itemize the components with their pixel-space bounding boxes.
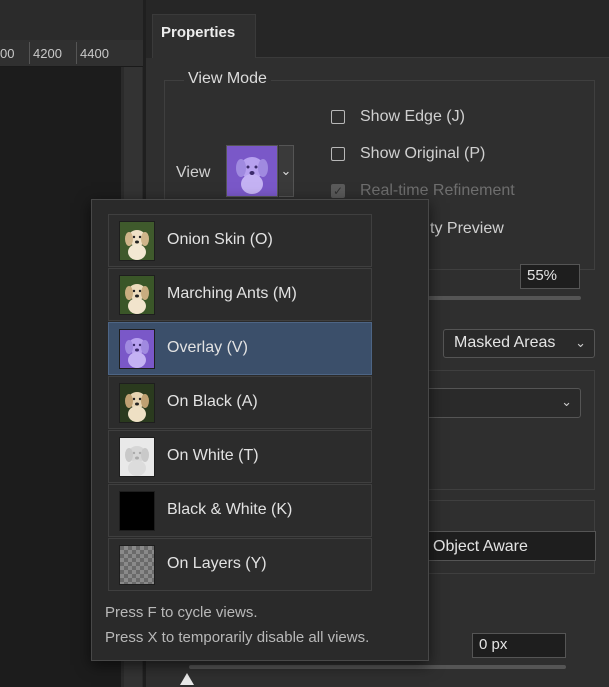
show-edge-label: Show Edge (J) bbox=[360, 108, 465, 125]
opacity-slider-track[interactable] bbox=[426, 296, 581, 300]
ruler-tick: 4200 bbox=[33, 46, 62, 61]
show-edge-checkbox[interactable] bbox=[331, 110, 345, 124]
dog-thumbnail-icon bbox=[119, 221, 155, 261]
view-label: View bbox=[176, 164, 211, 181]
disable-views-hint: Press X to temporarily disable all views… bbox=[105, 629, 370, 646]
tab-properties[interactable]: Properties bbox=[152, 14, 256, 58]
checkerboard-thumbnail-icon bbox=[119, 545, 155, 585]
view-option-on-black[interactable]: On Black (A) bbox=[108, 376, 372, 429]
realtime-refinement-checkbox[interactable]: ✓ bbox=[331, 184, 345, 198]
view-option-label: On White (T) bbox=[167, 447, 259, 464]
view-option-label: Onion Skin (O) bbox=[167, 231, 273, 248]
realtime-refinement-label: Real-time Refinement bbox=[360, 182, 515, 199]
mode-field[interactable]: Object Aware bbox=[426, 531, 596, 561]
dog-thumbnail-icon bbox=[119, 383, 155, 423]
ruler-tick: 00 bbox=[0, 46, 15, 61]
view-dropdown-chevron-icon[interactable]: ⌄ bbox=[279, 145, 294, 197]
dog-thumbnail-icon bbox=[119, 437, 155, 477]
chevron-down-icon: ⌄ bbox=[561, 394, 572, 409]
view-option-overlay[interactable]: Overlay (V) bbox=[108, 322, 372, 375]
dog-thumbnail-icon bbox=[119, 275, 155, 315]
view-option-label: Black & White (K) bbox=[167, 501, 293, 518]
chevron-down-icon: ⌄ bbox=[575, 335, 586, 350]
radius-slider-track[interactable] bbox=[189, 665, 566, 669]
view-option-black-white[interactable]: Black & White (K) bbox=[108, 484, 372, 537]
show-original-label: Show Original (P) bbox=[360, 145, 486, 162]
radius-field[interactable]: 0 px bbox=[472, 633, 566, 658]
view-option-label: On Layers (Y) bbox=[167, 555, 267, 572]
view-option-label: Overlay (V) bbox=[167, 339, 248, 356]
view-option-onion-skin[interactable]: Onion Skin (O) bbox=[108, 214, 372, 267]
show-original-checkbox[interactable] bbox=[331, 147, 345, 161]
view-option-label: Marching Ants (M) bbox=[167, 285, 297, 302]
black-white-thumbnail-icon bbox=[119, 491, 155, 531]
view-mode-dropdown: Onion Skin (O) Marching Ants (M) Overlay… bbox=[91, 199, 429, 661]
radius-slider-thumb[interactable] bbox=[180, 673, 194, 685]
view-mode-thumbnail[interactable] bbox=[226, 145, 278, 197]
view-option-on-white[interactable]: On White (T) bbox=[108, 430, 372, 483]
opacity-field[interactable]: 55% bbox=[520, 264, 580, 289]
dog-thumbnail-icon bbox=[119, 329, 155, 369]
canvas-top-bar bbox=[0, 0, 146, 40]
view-option-label: On Black (A) bbox=[167, 393, 258, 410]
ruler-tick: 4400 bbox=[80, 46, 109, 61]
view-mode-title: View Mode bbox=[184, 70, 271, 88]
horizontal-ruler: 00 4200 4400 bbox=[0, 40, 146, 67]
cycle-views-hint: Press F to cycle views. bbox=[105, 604, 258, 621]
refine-mode-selector[interactable]: ⌄ bbox=[426, 388, 581, 418]
view-option-on-layers[interactable]: On Layers (Y) bbox=[108, 538, 372, 591]
view-option-marching-ants[interactable]: Marching Ants (M) bbox=[108, 268, 372, 321]
show-selector[interactable]: Masked Areas ⌄ bbox=[443, 329, 595, 358]
